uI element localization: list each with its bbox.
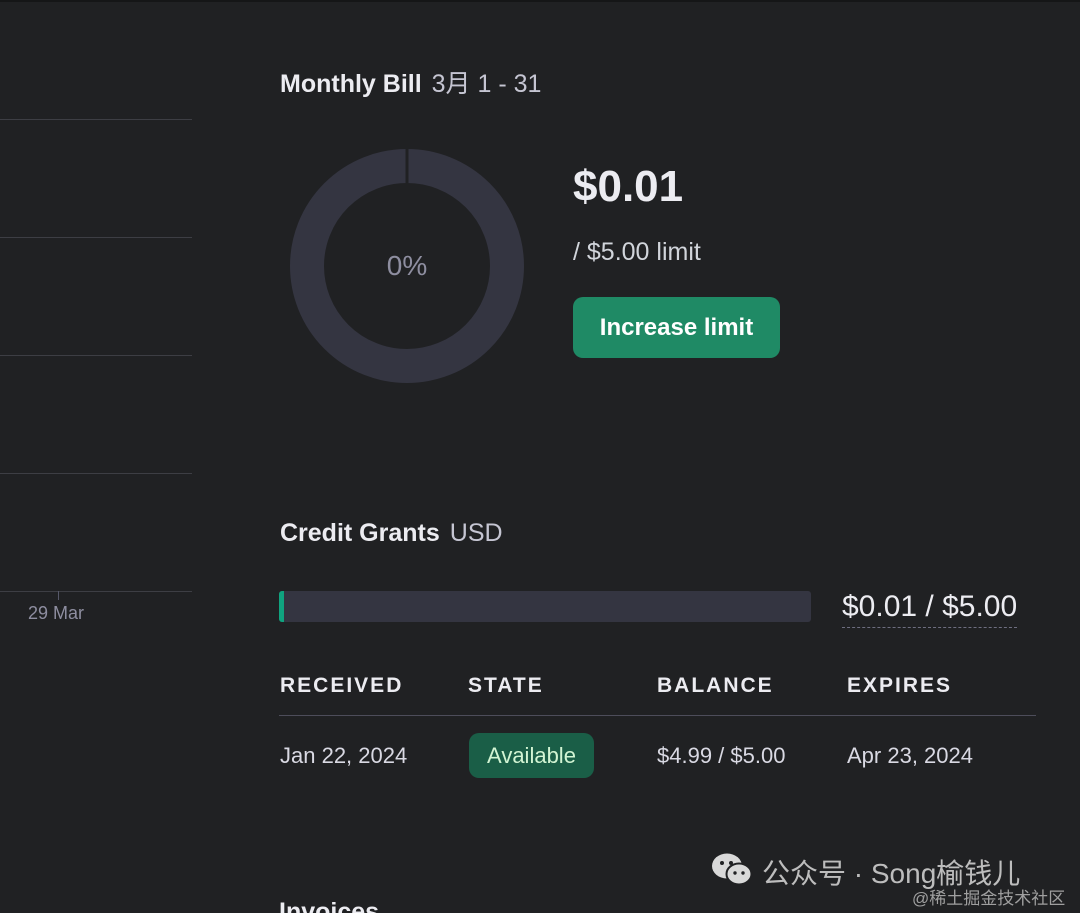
chart-gridline	[0, 119, 192, 120]
chart-gridline	[0, 237, 192, 238]
billing-period: 3月 1 - 31	[431, 70, 542, 98]
chart-x-tick-label: 29 Mar	[28, 603, 85, 623]
cell-received: Jan 22, 2024	[280, 743, 408, 768]
chart-gridline	[0, 355, 192, 356]
chart-gridline	[0, 473, 192, 474]
credit-progress-fill	[279, 591, 284, 622]
credit-grants-heading: Credit Grants USD	[280, 519, 503, 548]
chart-x-tick	[58, 591, 59, 600]
usage-donut: 0%	[289, 148, 525, 384]
invoices-heading: Invoices	[279, 898, 380, 913]
increase-limit-button[interactable]: Increase limit	[573, 297, 780, 358]
credit-progress-bar	[279, 591, 811, 622]
column-header-received: RECEIVED	[280, 674, 404, 697]
watermark-site: @稀土掘金技术社区	[912, 889, 1066, 908]
billing-page: 29 Mar Monthly Bill 3月 1 - 31 0% $0.01 / …	[0, 0, 1080, 913]
status-badge: Available	[469, 733, 594, 778]
credit-grants-currency: USD	[449, 519, 503, 547]
chart-x-axis	[0, 591, 192, 592]
cell-expires: Apr 23, 2024	[847, 743, 973, 768]
credit-grants-title: Credit Grants	[280, 519, 440, 547]
monthly-bill-title: Monthly Bill	[280, 70, 422, 98]
column-header-expires: EXPIRES	[847, 674, 953, 697]
wechat-icon	[712, 853, 753, 886]
bill-limit: / $5.00 limit	[573, 238, 701, 266]
column-header-state: STATE	[468, 674, 544, 697]
table-divider	[279, 715, 1036, 716]
cell-balance: $4.99 / $5.00	[657, 743, 786, 768]
monthly-bill-heading: Monthly Bill 3月 1 - 31	[280, 64, 541, 100]
usage-percent: 0%	[386, 250, 428, 281]
credit-used-amount[interactable]: $0.01 / $5.00	[842, 590, 1018, 628]
bill-amount: $0.01	[573, 162, 684, 211]
top-divider	[0, 0, 1080, 2]
column-header-balance: BALANCE	[657, 674, 774, 697]
